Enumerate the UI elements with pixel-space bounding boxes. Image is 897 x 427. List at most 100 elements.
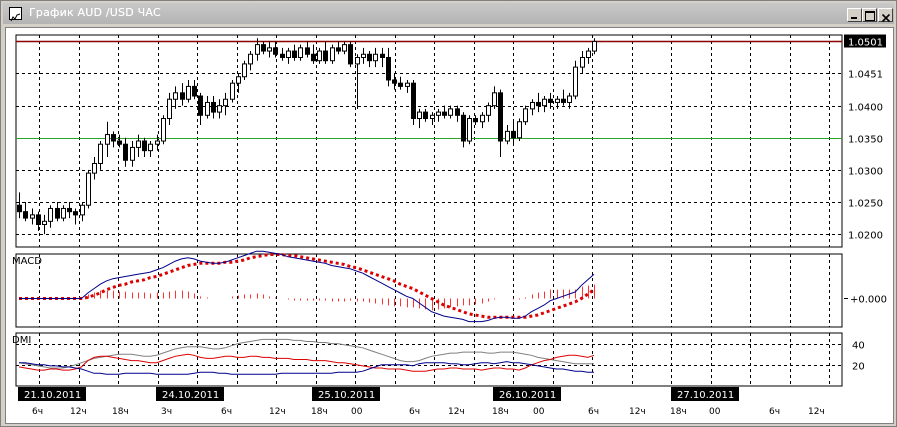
minimize-icon <box>851 17 857 19</box>
maximize-button[interactable] <box>862 8 877 22</box>
candle-body <box>167 98 172 120</box>
time-axis-label: 18ч <box>311 407 328 417</box>
date-label: 26.10.2011 <box>499 390 556 401</box>
candle-body <box>130 146 135 161</box>
candle-body <box>48 207 53 222</box>
date-label: 25.10.2011 <box>318 390 375 401</box>
candle-body <box>380 53 385 58</box>
chart-window: График AUD /USD ЧАС 1.0451 1.0400 1.0350 1.… <box>0 0 897 427</box>
time-axis-label: 18ч <box>670 407 687 417</box>
time-axis-label: 00 <box>351 407 363 417</box>
candle-body <box>392 79 397 84</box>
candle-body <box>136 140 141 148</box>
candle-body <box>186 85 191 100</box>
time-axis-label: 12ч <box>448 407 465 417</box>
candle-body <box>92 162 97 174</box>
candle-body <box>448 108 453 116</box>
candle-body <box>442 111 447 116</box>
candle-body <box>261 44 266 52</box>
maximize-icon <box>865 11 875 21</box>
time-axis-label: 18ч <box>112 407 129 417</box>
time-axis-label: 6ч <box>588 407 599 417</box>
candle-body <box>355 56 360 65</box>
candle-body <box>317 50 322 62</box>
candle-body <box>480 114 485 123</box>
candle-body <box>198 95 203 116</box>
candle-body <box>405 82 410 87</box>
candle-body <box>398 82 403 87</box>
candle-body <box>592 40 597 52</box>
chart-area[interactable]: 1.0451 1.0400 1.0350 1.0300 1.0250 1.0200 1.05… <box>5 27 894 424</box>
close-button[interactable] <box>878 8 893 23</box>
candle-body <box>361 53 366 58</box>
candle-body <box>455 108 460 116</box>
dmi-axis-label: 40 <box>852 341 865 352</box>
macd-panel-frame <box>15 253 843 328</box>
dmi-panel-frame <box>15 332 843 387</box>
date-label: 27.10.2011 <box>677 390 734 401</box>
candle-body <box>111 134 116 142</box>
candle-body <box>417 111 422 120</box>
candle-body <box>42 220 47 226</box>
macd-signal-line <box>19 253 595 319</box>
candle-body <box>242 63 247 78</box>
candle-body <box>305 47 310 55</box>
candle-body <box>336 47 341 52</box>
candle-body <box>123 143 128 161</box>
candle-body <box>367 53 372 62</box>
date-label: 21.10.2011 <box>24 390 81 401</box>
candle-body <box>573 66 578 97</box>
candle-body <box>67 207 72 213</box>
candle-body <box>323 50 328 62</box>
candle-body <box>36 214 41 226</box>
minimize-button[interactable] <box>847 8 862 22</box>
candle-body <box>292 50 297 58</box>
candle-body <box>80 204 85 216</box>
candle-body <box>23 211 28 219</box>
dmi-minus-line <box>19 361 594 375</box>
price-axis-label: 1.0200 <box>848 231 883 242</box>
candle-body <box>205 101 210 116</box>
candle-body <box>430 114 435 120</box>
candle-body <box>523 108 528 123</box>
title-bar[interactable]: График AUD /USD ЧАС <box>3 3 894 24</box>
candle-body <box>473 118 478 123</box>
candle-body <box>373 53 378 62</box>
candle-body <box>17 204 22 213</box>
chart-canvas[interactable]: 1.0451 1.0400 1.0350 1.0300 1.0250 1.0200 1.05… <box>6 28 893 423</box>
price-axis-label: 1.0350 <box>848 135 883 146</box>
candle-body <box>211 101 216 113</box>
candle-body <box>542 98 547 107</box>
candle-body <box>86 172 91 206</box>
candle-body <box>580 56 585 68</box>
date-label: 24.10.2011 <box>162 390 219 401</box>
candle-body <box>148 143 153 152</box>
candle-body <box>255 44 260 55</box>
candle-body <box>536 101 541 107</box>
dmi-axis-label: 20 <box>852 362 865 373</box>
close-icon <box>880 9 892 23</box>
candle-body <box>511 130 516 139</box>
candle-body <box>586 50 591 58</box>
candle-body <box>342 44 347 52</box>
time-axis-label: 6ч <box>32 407 43 417</box>
price-axis-label: 1.0300 <box>848 167 883 178</box>
candle-body <box>223 98 228 107</box>
candle-body <box>498 92 503 142</box>
candle-body <box>423 111 428 120</box>
candle-body <box>98 143 103 164</box>
time-axis-label: 12ч <box>629 407 646 417</box>
time-axis-label: 3ч <box>161 407 172 417</box>
time-axis-label: 12ч <box>70 407 87 417</box>
window-title: График AUD /USD ЧАС <box>29 6 161 19</box>
dmi-adx-line <box>18 338 594 369</box>
time-axis-label: 18ч <box>492 407 509 417</box>
candle-body <box>548 98 553 103</box>
candle-body <box>180 92 185 100</box>
candle-body <box>517 121 522 139</box>
time-axis-label: 6ч <box>769 407 780 417</box>
candle-body <box>298 47 303 58</box>
candle-body <box>530 101 535 110</box>
candle-body <box>386 56 391 81</box>
candle-body <box>555 98 560 103</box>
